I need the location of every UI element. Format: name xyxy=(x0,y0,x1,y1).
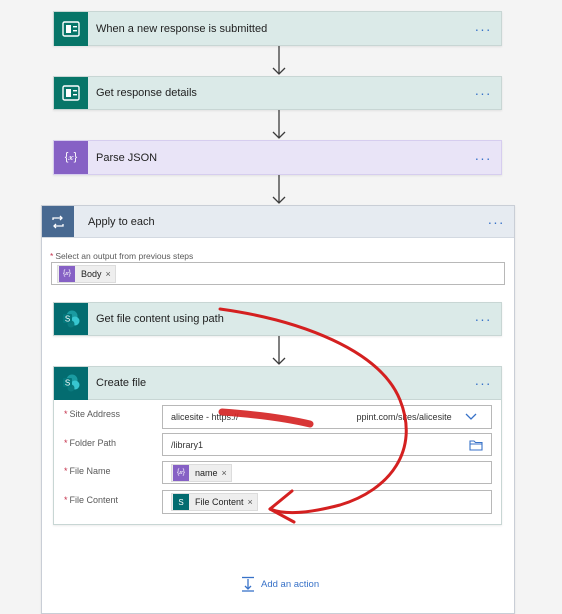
braces-icon: {𝓍} xyxy=(173,464,189,481)
folder-icon[interactable] xyxy=(469,439,483,451)
more-options-icon[interactable]: ··· xyxy=(471,307,495,331)
get-response-card-header[interactable]: Get response details ··· xyxy=(54,77,501,109)
add-action-icon xyxy=(242,576,254,592)
get-file-card[interactable]: S Get file content using path ··· xyxy=(53,302,502,336)
get-file-card-header[interactable]: S Get file content using path ··· xyxy=(54,303,501,335)
chevron-down-icon[interactable] xyxy=(451,406,491,428)
create-file-card-header[interactable]: S Create file ··· xyxy=(54,366,501,400)
connector-arrow xyxy=(272,336,286,365)
more-options-icon[interactable]: ··· xyxy=(471,81,495,105)
trigger-card-header[interactable]: When a new response is submitted ··· xyxy=(54,11,501,46)
more-options-icon[interactable]: ··· xyxy=(484,210,508,234)
site-address-label: * Site Address xyxy=(64,409,121,419)
get-file-title: Get file content using path xyxy=(96,313,224,325)
create-file-title: Create file xyxy=(96,377,147,389)
apply-to-each-title: Apply to each xyxy=(88,215,155,228)
sharepoint-icon: S xyxy=(54,366,88,400)
forms-icon xyxy=(54,77,88,109)
braces-icon: {𝓍} xyxy=(59,265,75,282)
remove-token-icon[interactable]: × xyxy=(248,497,253,507)
remove-token-icon[interactable]: × xyxy=(222,468,227,478)
connector-arrow xyxy=(272,175,286,204)
name-token[interactable]: {𝓍} name × xyxy=(171,463,232,482)
add-action-label: Add an action xyxy=(261,578,320,590)
trigger-title: When a new response is submitted xyxy=(96,22,268,35)
remove-token-icon[interactable]: × xyxy=(106,269,111,279)
svg-text:S: S xyxy=(65,379,70,388)
connector-arrow xyxy=(272,110,286,139)
get-response-title: Get response details xyxy=(96,87,197,99)
loop-icon xyxy=(42,206,74,237)
svg-text:S: S xyxy=(65,315,70,324)
parse-json-title: Parse JSON xyxy=(96,151,158,164)
file-name-label: * File Name xyxy=(64,466,111,476)
parse-json-card-header[interactable]: {𝓍} Parse JSON ··· xyxy=(54,141,501,174)
more-options-icon[interactable]: ··· xyxy=(471,371,495,395)
connector-arrow xyxy=(272,46,286,75)
file-name-input[interactable]: {𝓍} name × xyxy=(162,461,492,484)
folder-path-input[interactable]: /library1 xyxy=(162,433,492,456)
braces-icon: {𝓍} xyxy=(54,141,88,174)
more-options-icon[interactable]: ··· xyxy=(471,146,495,170)
folder-path-label: * Folder Path xyxy=(64,438,117,448)
add-action-button[interactable]: Add an action xyxy=(240,576,319,592)
sharepoint-icon: S xyxy=(54,303,88,335)
get-response-card[interactable]: Get response details ··· xyxy=(53,76,502,110)
trigger-card[interactable]: When a new response is submitted ··· xyxy=(53,11,502,46)
apply-to-each-header[interactable]: Apply to each ··· xyxy=(42,206,514,238)
file-content-label: * File Content xyxy=(64,495,119,505)
parse-json-card[interactable]: {𝓍} Parse JSON ··· xyxy=(53,140,502,175)
body-token[interactable]: {𝓍} Body × xyxy=(57,264,116,283)
select-output-input[interactable]: {𝓍} Body × xyxy=(51,262,505,285)
site-address-input[interactable]: alicesite - https:// ppint.com/sites/ali… xyxy=(162,405,492,429)
select-output-label: * Select an output from previous steps xyxy=(50,251,194,261)
more-options-icon[interactable]: ··· xyxy=(471,17,495,41)
file-content-input[interactable]: S File Content × xyxy=(162,490,492,514)
forms-icon xyxy=(54,11,88,46)
file-content-token[interactable]: S File Content × xyxy=(171,493,258,511)
sharepoint-icon: S xyxy=(173,494,189,510)
